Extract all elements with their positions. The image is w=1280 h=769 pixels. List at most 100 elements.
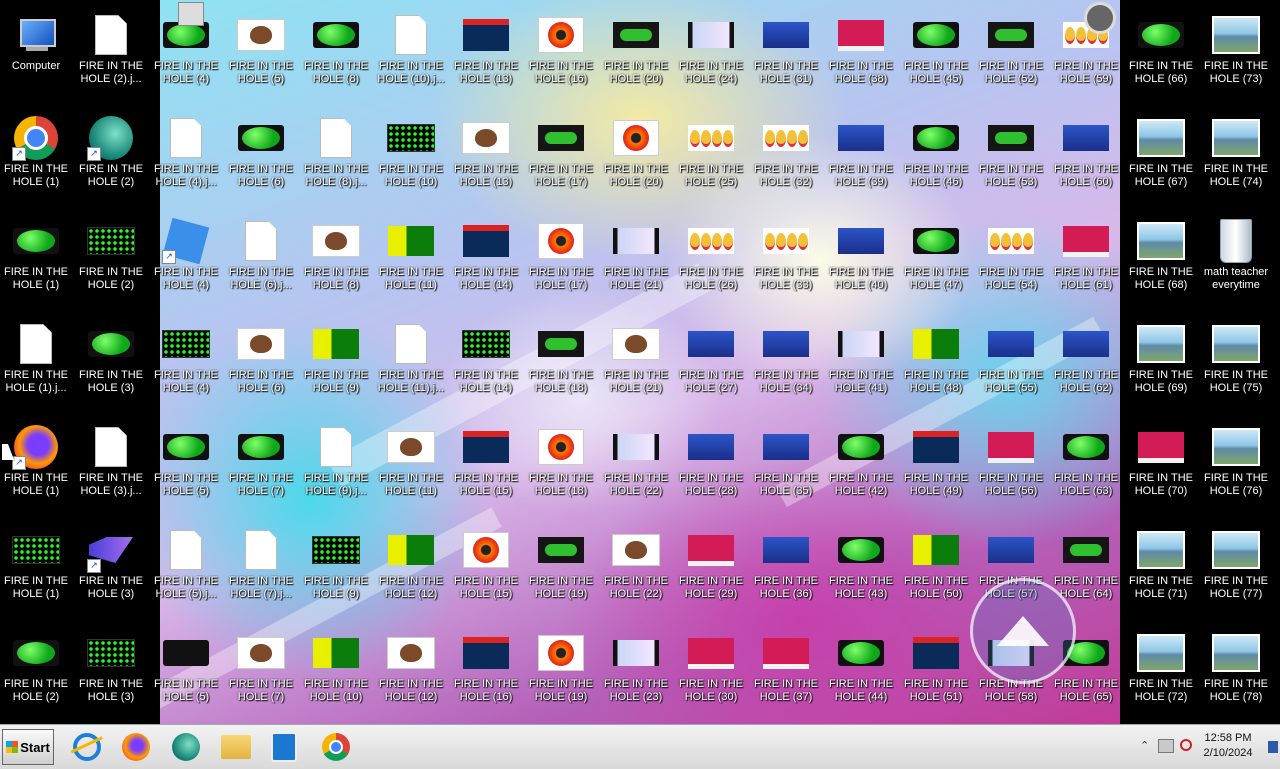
desktop-icon[interactable]: FIRE IN THE HOLE (21) bbox=[599, 311, 673, 411]
desktop-icon[interactable]: FIRE IN THE HOLE (15) bbox=[449, 517, 523, 617]
desktop-icon[interactable]: FIRE IN THE HOLE (4).j... bbox=[149, 105, 223, 205]
desktop-icon[interactable]: FIRE IN THE HOLE (1) bbox=[0, 208, 73, 308]
desktop-icon[interactable]: FIRE IN THE HOLE (38) bbox=[824, 2, 898, 102]
desktop-icon[interactable]: FIRE IN THE HOLE (46) bbox=[899, 105, 973, 205]
desktop-icon[interactable]: FIRE IN THE HOLE (3) bbox=[74, 311, 148, 411]
desktop-icon[interactable]: FIRE IN THE HOLE (26) bbox=[674, 208, 748, 308]
internet-explorer-taskbar-button[interactable] bbox=[70, 730, 104, 764]
desktop-icon[interactable]: FIRE IN THE HOLE (78) bbox=[1199, 620, 1273, 720]
desktop-icon[interactable]: FIRE IN THE HOLE (70) bbox=[1124, 414, 1198, 514]
desktop-icon[interactable]: ↗ FIRE IN THE HOLE (2) bbox=[74, 105, 148, 205]
desktop-icon[interactable]: FIRE IN THE HOLE (53) bbox=[974, 105, 1048, 205]
desktop-icon[interactable]: FIRE IN THE HOLE (5) bbox=[149, 620, 223, 720]
desktop-icon[interactable]: FIRE IN THE HOLE (12) bbox=[374, 620, 448, 720]
firefox-taskbar-button[interactable] bbox=[119, 730, 153, 764]
desktop-icon[interactable]: FIRE IN THE HOLE (43) bbox=[824, 517, 898, 617]
desktop-icon[interactable]: FIRE IN THE HOLE (19) bbox=[524, 620, 598, 720]
desktop-icon[interactable]: FIRE IN THE HOLE (5) bbox=[224, 2, 298, 102]
desktop-icon[interactable]: FIRE IN THE HOLE (45) bbox=[899, 2, 973, 102]
desktop-icon[interactable]: FIRE IN THE HOLE (21) bbox=[599, 208, 673, 308]
desktop-icon[interactable]: FIRE IN THE HOLE (2) bbox=[74, 208, 148, 308]
network-icon[interactable] bbox=[1158, 739, 1174, 753]
desktop-icon[interactable]: FIRE IN THE HOLE (9).j... bbox=[299, 414, 373, 514]
desktop-icon[interactable]: FIRE IN THE HOLE (15) bbox=[449, 414, 523, 514]
desktop-icon[interactable]: FIRE IN THE HOLE (2).j... bbox=[74, 2, 148, 102]
desktop-icon[interactable]: FIRE IN THE HOLE (66) bbox=[1124, 2, 1198, 102]
file-explorer-taskbar-button[interactable] bbox=[219, 730, 253, 764]
desktop-icon[interactable]: FIRE IN THE HOLE (31) bbox=[749, 2, 823, 102]
desktop-icon[interactable]: FIRE IN THE HOLE (13) bbox=[449, 105, 523, 205]
desktop-icon[interactable]: FIRE IN THE HOLE (16) bbox=[449, 620, 523, 720]
start-button[interactable]: Start bbox=[2, 729, 54, 765]
desktop-icon[interactable]: FIRE IN THE HOLE (10) bbox=[374, 105, 448, 205]
desktop-icon[interactable]: FIRE IN THE HOLE (61) bbox=[1049, 208, 1123, 308]
show-desktop-icon[interactable] bbox=[1268, 741, 1278, 753]
desktop-icon[interactable]: FIRE IN THE HOLE (6).j... bbox=[224, 208, 298, 308]
desktop-icon[interactable]: FIRE IN THE HOLE (77) bbox=[1199, 517, 1273, 617]
desktop-icon[interactable]: FIRE IN THE HOLE (25) bbox=[674, 105, 748, 205]
desktop-icon[interactable]: FIRE IN THE HOLE (39) bbox=[824, 105, 898, 205]
desktop-icon[interactable]: FIRE IN THE HOLE (33) bbox=[749, 208, 823, 308]
volume-muted-icon[interactable] bbox=[1180, 739, 1192, 751]
desktop-icon[interactable]: FIRE IN THE HOLE (17) bbox=[524, 105, 598, 205]
desktop-icon[interactable]: FIRE IN THE HOLE (40) bbox=[824, 208, 898, 308]
desktop-icon[interactable]: FIRE IN THE HOLE (4) bbox=[149, 2, 223, 102]
desktop-icon[interactable]: FIRE IN THE HOLE (56) bbox=[974, 414, 1048, 514]
desktop-icon[interactable]: FIRE IN THE HOLE (11) bbox=[374, 414, 448, 514]
desktop-icon[interactable]: FIRE IN THE HOLE (8).j... bbox=[299, 105, 373, 205]
desktop-icon[interactable]: FIRE IN THE HOLE (35) bbox=[749, 414, 823, 514]
desktop-icon[interactable]: FIRE IN THE HOLE (22) bbox=[599, 517, 673, 617]
desktop-icon[interactable]: FIRE IN THE HOLE (32) bbox=[749, 105, 823, 205]
desktop-icon[interactable]: ↗ FIRE IN THE HOLE (4) bbox=[149, 208, 223, 308]
desktop-icon[interactable]: FIRE IN THE HOLE (69) bbox=[1124, 311, 1198, 411]
desktop-icon[interactable]: FIRE IN THE HOLE (8) bbox=[299, 208, 373, 308]
desktop-icon[interactable]: FIRE IN THE HOLE (8) bbox=[299, 2, 373, 102]
desktop-icon[interactable]: FIRE IN THE HOLE (7) bbox=[224, 620, 298, 720]
desktop-icon[interactable]: FIRE IN THE HOLE (54) bbox=[974, 208, 1048, 308]
desktop-icon[interactable]: FIRE IN THE HOLE (62) bbox=[1049, 311, 1123, 411]
desktop-icon[interactable]: FIRE IN THE HOLE (28) bbox=[674, 414, 748, 514]
desktop-icon[interactable]: FIRE IN THE HOLE (2) bbox=[0, 620, 73, 720]
desktop-icon[interactable]: FIRE IN THE HOLE (76) bbox=[1199, 414, 1273, 514]
desktop-icon[interactable]: FIRE IN THE HOLE (6) bbox=[224, 311, 298, 411]
desktop-icon[interactable]: FIRE IN THE HOLE (63) bbox=[1049, 414, 1123, 514]
desktop-icon[interactable]: FIRE IN THE HOLE (75) bbox=[1199, 311, 1273, 411]
desktop-icon[interactable]: FIRE IN THE HOLE (49) bbox=[899, 414, 973, 514]
desktop-icon[interactable]: FIRE IN THE HOLE (29) bbox=[674, 517, 748, 617]
desktop-icon[interactable]: ↗ FIRE IN THE HOLE (1) bbox=[0, 105, 73, 205]
desktop-icon[interactable]: ↗ FIRE IN THE HOLE (3) bbox=[74, 517, 148, 617]
desktop-icon[interactable]: FIRE IN THE HOLE (14) bbox=[449, 208, 523, 308]
desktop-icon[interactable]: FIRE IN THE HOLE (41) bbox=[824, 311, 898, 411]
desktop-icon[interactable]: FIRE IN THE HOLE (47) bbox=[899, 208, 973, 308]
edge-taskbar-button[interactable] bbox=[169, 730, 203, 764]
desktop-icon[interactable]: FIRE IN THE HOLE (42) bbox=[824, 414, 898, 514]
desktop-icon[interactable]: FIRE IN THE HOLE (52) bbox=[974, 2, 1048, 102]
desktop-icon[interactable]: FIRE IN THE HOLE (51) bbox=[899, 620, 973, 720]
desktop-icon[interactable]: FIRE IN THE HOLE (68) bbox=[1124, 208, 1198, 308]
desktop-icon[interactable]: FIRE IN THE HOLE (5) bbox=[149, 414, 223, 514]
desktop-icon[interactable]: FIRE IN THE HOLE (1).j... bbox=[0, 311, 73, 411]
desktop-icon[interactable]: FIRE IN THE HOLE (19) bbox=[524, 517, 598, 617]
desktop-icon[interactable]: FIRE IN THE HOLE (7).j... bbox=[224, 517, 298, 617]
media-player-taskbar-button[interactable] bbox=[267, 730, 301, 764]
desktop-icon[interactable]: FIRE IN THE HOLE (67) bbox=[1124, 105, 1198, 205]
desktop-icon[interactable]: FIRE IN THE HOLE (13) bbox=[449, 2, 523, 102]
desktop-icon[interactable]: Computer bbox=[0, 2, 73, 102]
desktop-icon[interactable]: FIRE IN THE HOLE (14) bbox=[449, 311, 523, 411]
desktop-icon[interactable]: FIRE IN THE HOLE (44) bbox=[824, 620, 898, 720]
desktop-icon[interactable]: FIRE IN THE HOLE (30) bbox=[674, 620, 748, 720]
desktop-icon[interactable]: FIRE IN THE HOLE (10).j... bbox=[374, 2, 448, 102]
desktop-icon[interactable]: FIRE IN THE HOLE (60) bbox=[1049, 105, 1123, 205]
desktop-icon[interactable]: FIRE IN THE HOLE (37) bbox=[749, 620, 823, 720]
desktop-icon[interactable]: FIRE IN THE HOLE (73) bbox=[1199, 2, 1273, 102]
desktop-icon[interactable]: FIRE IN THE HOLE (6) bbox=[224, 105, 298, 205]
desktop-icon[interactable]: math teacher everytime bbox=[1199, 208, 1273, 308]
desktop-icon[interactable]: FIRE IN THE HOLE (50) bbox=[899, 517, 973, 617]
desktop-icon[interactable]: FIRE IN THE HOLE (10) bbox=[299, 620, 373, 720]
desktop-icon[interactable]: FIRE IN THE HOLE (9) bbox=[299, 517, 373, 617]
clock[interactable]: 12:58 PM 2/10/2024 bbox=[1198, 731, 1258, 761]
desktop-icon[interactable]: FIRE IN THE HOLE (71) bbox=[1124, 517, 1198, 617]
desktop-icon[interactable]: FIRE IN THE HOLE (4) bbox=[149, 311, 223, 411]
chrome-taskbar-button[interactable] bbox=[319, 730, 353, 764]
desktop-icon[interactable]: FIRE IN THE HOLE (24) bbox=[674, 2, 748, 102]
